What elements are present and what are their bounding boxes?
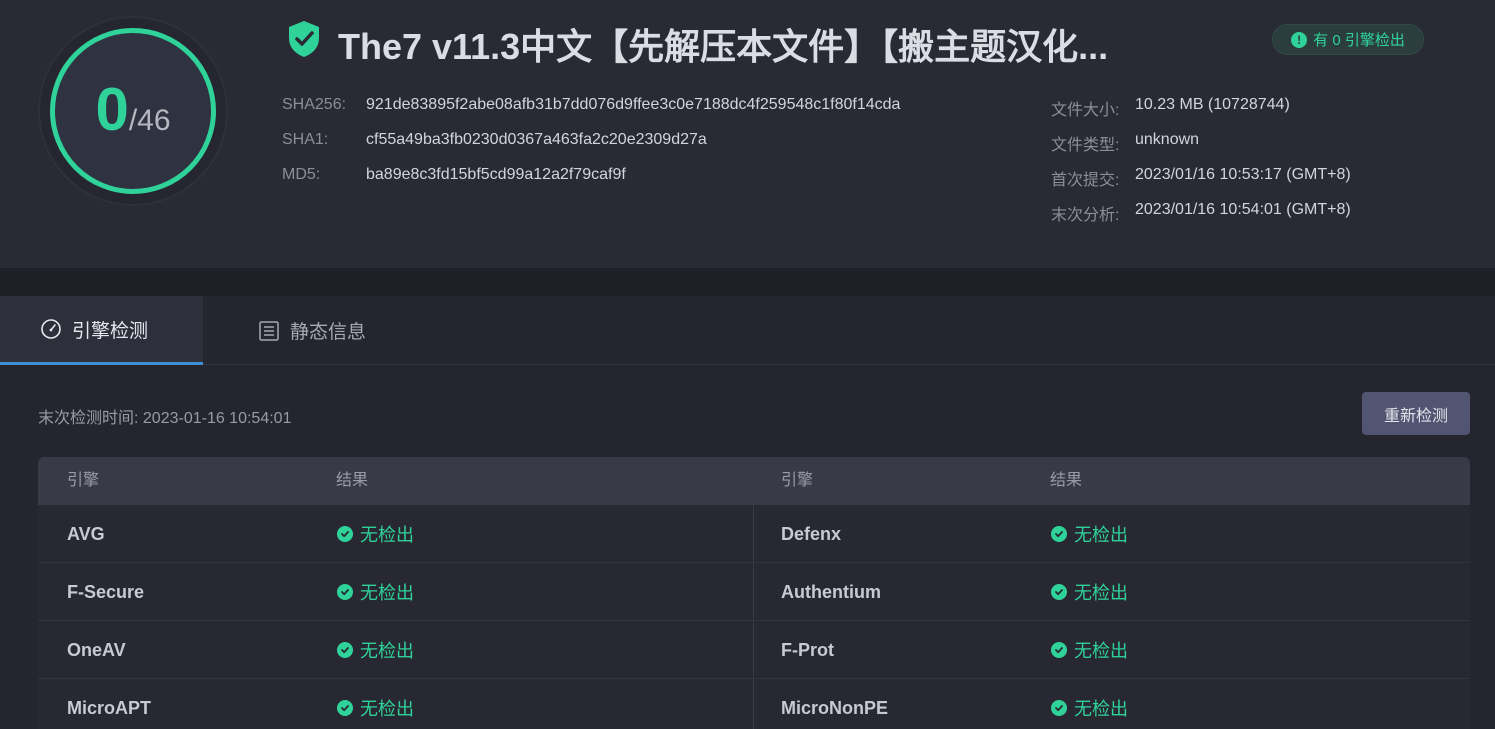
info-row-first-submit: 首次提交: 2023/01/16 10:53:17 (GMT+8) — [1051, 166, 1351, 190]
engine-name: Defenx — [781, 524, 842, 544]
file-title: The7 v11.3中文【先解压本文件】【搬主题汉化... — [338, 26, 1109, 67]
result-text: 无检出 — [360, 699, 414, 719]
column-divider — [753, 621, 754, 679]
info-label: 文件类型: — [1051, 137, 1120, 154]
engine-name: F-Secure — [67, 582, 145, 602]
engine-result: 无检出 — [1051, 505, 1128, 563]
hash-row-sha256: SHA256: 921de83895f2abe08afb31b7dd076d9f… — [282, 96, 900, 114]
gauge-icon — [41, 319, 61, 339]
info-row-file-size: 文件大小: 10.23 MB (10728744) — [1051, 96, 1290, 120]
tab-engine-detection[interactable]: 引擎检测 — [0, 296, 203, 365]
engine-result: 无检出 — [337, 563, 414, 621]
engine-results-table: 引擎 结果 引擎 结果 AVG 无检出 Defenx 无检出 F-Secure … — [38, 457, 1470, 729]
hash-value[interactable]: 921de83895f2abe08afb31b7dd076d9ffee3c0e7… — [366, 96, 900, 114]
check-circle-icon — [1051, 526, 1067, 542]
check-circle-icon — [1051, 584, 1067, 600]
check-circle-icon — [337, 584, 353, 600]
engine-result: 无检出 — [337, 621, 414, 679]
hash-label: MD5: — [282, 166, 321, 183]
result-text: 无检出 — [360, 641, 414, 661]
engine-name: OneAV — [67, 640, 126, 660]
engine-name: MicroAPT — [67, 698, 152, 718]
rescan-button[interactable]: 重新检测 — [1362, 392, 1470, 435]
engine-result: 无检出 — [337, 679, 414, 729]
check-circle-icon — [337, 700, 353, 716]
table-header: 引擎 结果 引擎 结果 — [38, 457, 1470, 505]
engine-result: 无检出 — [337, 505, 414, 563]
engine-result: 无检出 — [1051, 621, 1128, 679]
hash-value[interactable]: cf55a49ba3fb0230d0367a463fa2c20e2309d27a — [366, 131, 707, 149]
engine-result: 无检出 — [1051, 563, 1128, 621]
column-divider — [753, 505, 754, 563]
info-value: 2023/01/16 10:53:17 (GMT+8) — [1135, 166, 1351, 183]
table-row: F-Secure 无检出 Authentium 无检出 — [38, 563, 1470, 621]
engine-name: F-Prot — [781, 640, 834, 660]
file-summary-header: 0 /46 The7 v11.3中文【先解压本文件】【搬主题汉化... ! 有 … — [0, 0, 1495, 268]
alert-icon: ! — [1291, 31, 1308, 48]
last-scan-time: 末次检测时间: 2023-01-16 10:54:01 — [38, 410, 292, 427]
check-circle-icon — [1051, 642, 1067, 658]
check-circle-icon — [337, 642, 353, 658]
result-text: 无检出 — [1074, 583, 1128, 603]
info-label: 文件大小: — [1051, 102, 1120, 119]
hash-value[interactable]: ba89e8c3fd15bf5cd99a12a2f79caf9f — [366, 166, 626, 184]
column-header-result: 结果 — [1050, 472, 1083, 489]
column-divider — [753, 563, 754, 621]
detection-score: 0 /46 — [50, 28, 216, 194]
tab-static-info[interactable]: 静态信息 — [258, 296, 418, 365]
shield-check-icon — [289, 21, 319, 57]
result-text: 无检出 — [1074, 525, 1128, 545]
tab-bar: 引擎检测 静态信息 — [0, 296, 1495, 365]
hash-label: SHA256: — [282, 96, 347, 113]
column-header-result: 结果 — [336, 472, 369, 489]
check-circle-icon — [337, 526, 353, 542]
info-value: unknown — [1135, 131, 1200, 148]
hash-row-md5: MD5: ba89e8c3fd15bf5cd99a12a2f79caf9f — [282, 166, 626, 184]
tab-label: 静态信息 — [290, 322, 367, 343]
info-label: 末次分析: — [1051, 207, 1120, 224]
result-text: 无检出 — [360, 583, 414, 603]
result-text: 无检出 — [1074, 641, 1128, 661]
detection-badge: ! 有 0 引擎检出 — [1272, 24, 1424, 55]
engine-name: MicroNonPE — [781, 698, 889, 718]
info-value: 10.23 MB (10728744) — [1135, 96, 1290, 113]
check-circle-icon — [1051, 700, 1067, 716]
info-row-last-analysis: 末次分析: 2023/01/16 10:54:01 (GMT+8) — [1051, 201, 1351, 225]
result-text: 无检出 — [1074, 699, 1128, 719]
hash-label: SHA1: — [282, 131, 329, 148]
column-header-engine: 引擎 — [781, 472, 814, 489]
section-divider — [0, 268, 1495, 296]
info-value: 2023/01/16 10:54:01 (GMT+8) — [1135, 201, 1351, 218]
list-document-icon — [259, 320, 279, 341]
info-row-file-type: 文件类型: unknown — [1051, 131, 1199, 155]
detected-count: 0 — [95, 76, 129, 143]
table-row: MicroAPT 无检出 MicroNonPE 无检出 — [38, 679, 1470, 729]
engine-total: /46 — [128, 104, 171, 137]
engine-name: Authentium — [781, 582, 881, 602]
table-row: OneAV 无检出 F-Prot 无检出 — [38, 621, 1470, 679]
column-header-engine: 引擎 — [67, 472, 100, 489]
info-label: 首次提交: — [1051, 172, 1120, 189]
hash-row-sha1: SHA1: cf55a49ba3fb0230d0367a463fa2c20e23… — [282, 131, 707, 149]
engine-name: AVG — [67, 524, 105, 544]
table-row: AVG 无检出 Defenx 无检出 — [38, 505, 1470, 563]
column-divider — [753, 679, 754, 729]
detection-badge-text: 有 0 引擎检出 — [1313, 32, 1405, 49]
result-text: 无检出 — [360, 525, 414, 545]
tab-label: 引擎检测 — [72, 320, 149, 342]
engine-result: 无检出 — [1051, 679, 1128, 729]
